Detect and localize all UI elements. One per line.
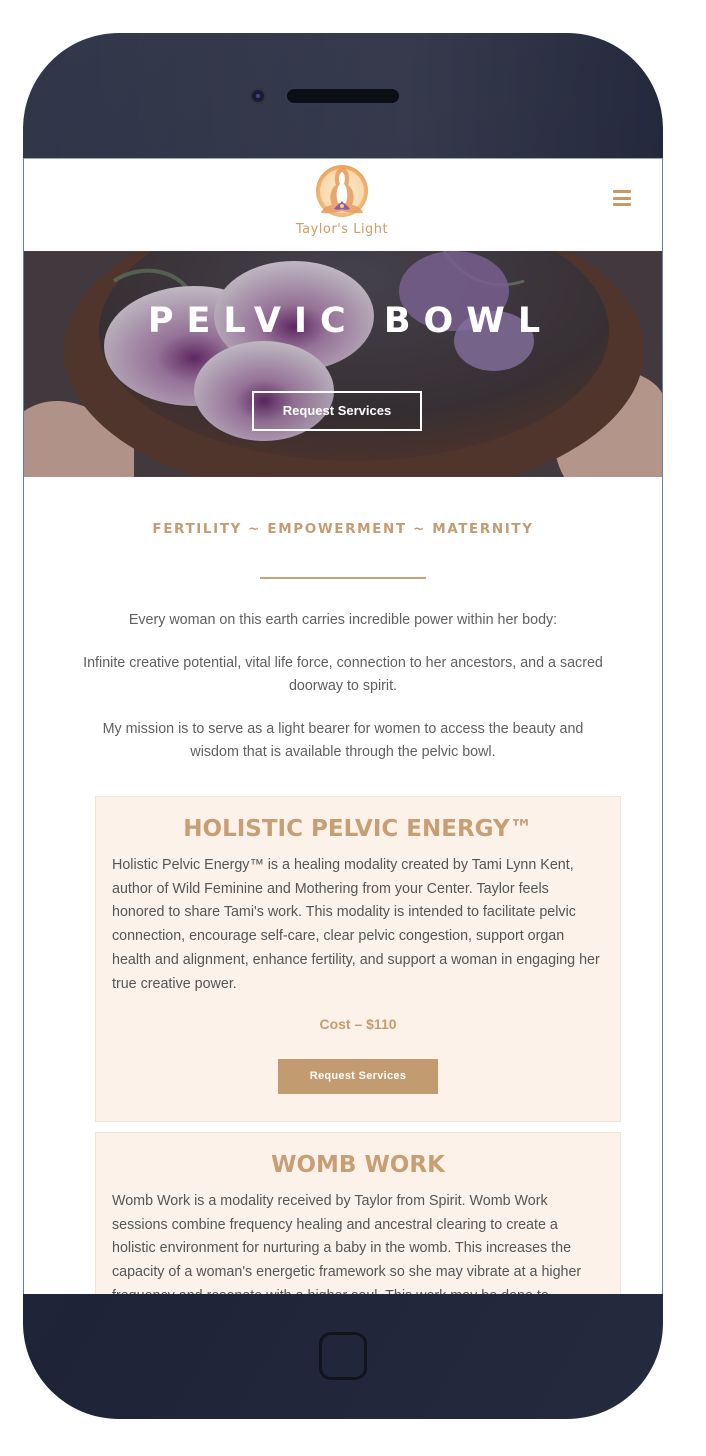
hamburger-menu-icon[interactable] bbox=[613, 190, 631, 208]
site-header: Taylor's Light bbox=[24, 159, 662, 251]
site-logo[interactable]: Taylor's Light bbox=[290, 159, 394, 241]
lotus-figure-logo-icon bbox=[316, 165, 368, 217]
hero-request-services-button[interactable]: Request Services bbox=[252, 391, 422, 431]
service-cost: Cost – $110 bbox=[319, 1016, 397, 1033]
hero-banner: PELVIC BOWL Request Services bbox=[24, 251, 662, 477]
request-services-button[interactable]: Request Services bbox=[278, 1059, 438, 1095]
intro-paragraph: Every woman on this earth carries incred… bbox=[128, 612, 558, 628]
service-description: Holistic Pelvic Energy™ is a healing mod… bbox=[112, 857, 600, 992]
front-camera-icon bbox=[250, 88, 266, 104]
tagline: FERTILITY ~ EMPOWERMENT ~ MATERNITY bbox=[152, 521, 534, 537]
flower-bowl-hero-image bbox=[24, 251, 662, 477]
intro-paragraph: Infinite creative potential, vital life … bbox=[83, 655, 603, 694]
earpiece-speaker bbox=[285, 87, 401, 105]
service-description: Womb Work is a modality received by Tayl… bbox=[112, 1193, 582, 1294]
page-title: PELVIC BOWL bbox=[147, 301, 554, 341]
menu-bar bbox=[613, 190, 631, 193]
service-title: HOLISTIC PELVIC ENERGY™ bbox=[183, 816, 533, 842]
menu-bar bbox=[613, 196, 631, 200]
intro-section: FERTILITY ~ EMPOWERMENT ~ MATERNITY Ever… bbox=[24, 477, 662, 764]
service-title: WOMB WORK bbox=[271, 1152, 445, 1178]
menu-bar bbox=[613, 203, 631, 206]
home-button[interactable] bbox=[319, 1332, 367, 1380]
section-divider bbox=[260, 577, 426, 579]
service-card-womb-work: WOMB WORK Womb Work is a modality receiv… bbox=[95, 1132, 621, 1294]
service-card-holistic-pelvic-energy: HOLISTIC PELVIC ENERGY™ Holistic Pelvic … bbox=[95, 796, 621, 1122]
phone-screen: Taylor's Light PELVIC BOWL Request Servi… bbox=[23, 158, 663, 1294]
intro-paragraph: My mission is to serve as a light bearer… bbox=[102, 721, 584, 760]
logo-text: Taylor's Light bbox=[295, 222, 389, 237]
